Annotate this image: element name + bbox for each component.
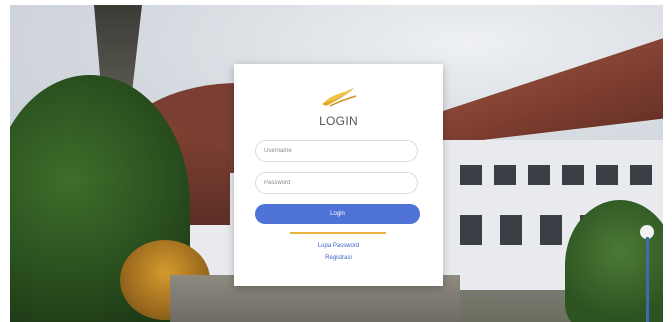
login-title: LOGIN bbox=[319, 114, 358, 128]
password-input[interactable] bbox=[255, 172, 418, 194]
logo-icon bbox=[322, 88, 357, 107]
lamp-pole bbox=[646, 237, 649, 322]
forgot-password-link[interactable]: Lupa Password bbox=[234, 243, 443, 249]
register-link[interactable]: Registrasi bbox=[234, 255, 443, 261]
login-button[interactable]: Login bbox=[255, 204, 420, 224]
login-card: LOGIN Login Lupa Password Registrasi bbox=[234, 64, 443, 286]
username-input[interactable] bbox=[255, 140, 418, 162]
windows-upper bbox=[460, 165, 660, 185]
divider bbox=[290, 232, 386, 234]
